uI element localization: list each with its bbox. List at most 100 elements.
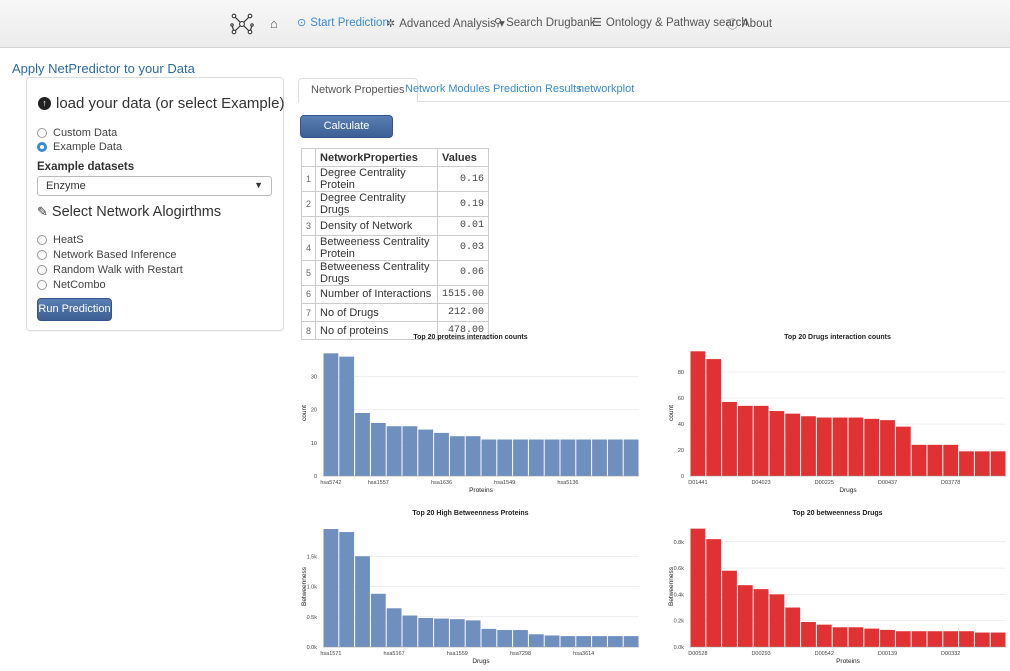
bar[interactable] bbox=[753, 405, 769, 476]
bar[interactable] bbox=[785, 413, 801, 476]
bar[interactable] bbox=[592, 636, 607, 647]
bar[interactable] bbox=[355, 413, 370, 476]
bar[interactable] bbox=[402, 426, 418, 476]
radio-button[interactable] bbox=[37, 280, 47, 290]
bar[interactable] bbox=[465, 620, 481, 647]
bar[interactable] bbox=[560, 439, 576, 476]
radio-rwr[interactable]: Random Walk with Restart bbox=[37, 264, 183, 276]
bar[interactable] bbox=[706, 539, 722, 647]
bar[interactable] bbox=[513, 439, 528, 476]
bar[interactable] bbox=[323, 353, 339, 476]
radio-heats[interactable]: HeatS bbox=[37, 234, 84, 246]
radio-button-selected[interactable] bbox=[37, 142, 47, 152]
nav-start-prediction[interactable]: ⊙ Start Prediction bbox=[297, 16, 389, 30]
bar[interactable] bbox=[816, 417, 832, 476]
nav-ontology-pathway[interactable]: ☰ Ontology & Pathway search bbox=[592, 16, 748, 30]
bar[interactable] bbox=[323, 529, 339, 647]
bar[interactable] bbox=[497, 439, 513, 476]
bar[interactable] bbox=[497, 630, 513, 647]
bar[interactable] bbox=[769, 594, 785, 647]
run-prediction-button[interactable]: Run Prediction bbox=[37, 298, 112, 321]
bar[interactable] bbox=[959, 631, 974, 647]
bar[interactable] bbox=[592, 439, 607, 476]
bar[interactable] bbox=[911, 444, 927, 476]
bar[interactable] bbox=[753, 589, 769, 647]
bar[interactable] bbox=[544, 635, 560, 647]
bar[interactable] bbox=[801, 416, 816, 476]
bar[interactable] bbox=[560, 636, 576, 647]
bar[interactable] bbox=[434, 432, 449, 476]
bar[interactable] bbox=[943, 444, 959, 476]
bar[interactable] bbox=[990, 451, 1006, 476]
bar[interactable] bbox=[943, 631, 959, 647]
bar[interactable] bbox=[544, 439, 560, 476]
bar[interactable] bbox=[528, 439, 544, 476]
bar[interactable] bbox=[816, 624, 832, 647]
dataset-select[interactable]: Enzyme ▼ bbox=[37, 176, 272, 196]
bar[interactable] bbox=[623, 439, 639, 476]
bar[interactable] bbox=[576, 636, 592, 647]
bar[interactable] bbox=[895, 426, 911, 476]
bar[interactable] bbox=[880, 420, 895, 476]
bar[interactable] bbox=[880, 629, 895, 647]
bar[interactable] bbox=[690, 528, 706, 647]
bar[interactable] bbox=[864, 628, 880, 647]
bar[interactable] bbox=[449, 619, 465, 647]
bar[interactable] bbox=[927, 631, 943, 647]
bar[interactable] bbox=[623, 636, 639, 647]
bar[interactable] bbox=[722, 401, 737, 476]
bar[interactable] bbox=[607, 636, 623, 647]
bar[interactable] bbox=[737, 585, 753, 647]
bar[interactable] bbox=[927, 444, 943, 476]
home-icon[interactable]: ⌂ bbox=[270, 16, 278, 31]
bar[interactable] bbox=[355, 556, 370, 647]
radio-custom-data[interactable]: Custom Data bbox=[37, 127, 117, 139]
bar[interactable] bbox=[418, 617, 434, 647]
bar[interactable] bbox=[974, 451, 990, 476]
bar[interactable] bbox=[785, 607, 801, 647]
nav-advanced-analysis[interactable]: ✲ Advanced Analysis ▾ bbox=[386, 16, 505, 31]
bar[interactable] bbox=[832, 627, 848, 647]
bar[interactable] bbox=[769, 411, 785, 476]
radio-button[interactable] bbox=[37, 235, 47, 245]
bar[interactable] bbox=[449, 436, 465, 476]
bar[interactable] bbox=[895, 631, 911, 647]
calculate-properties-button[interactable]: Calculate Properties bbox=[300, 115, 393, 153]
bar[interactable] bbox=[386, 608, 402, 647]
radio-netcombo[interactable]: NetCombo bbox=[37, 279, 106, 291]
bar[interactable] bbox=[911, 631, 927, 647]
bar[interactable] bbox=[370, 593, 386, 647]
bar[interactable] bbox=[706, 359, 722, 476]
bar[interactable] bbox=[513, 630, 528, 647]
bar[interactable] bbox=[737, 405, 753, 476]
nav-about[interactable]: ⓘ About bbox=[727, 16, 772, 32]
nav-search-drugbank[interactable]: ⚲ Search Drugbank bbox=[494, 16, 596, 30]
bar[interactable] bbox=[832, 417, 848, 476]
bar[interactable] bbox=[339, 356, 355, 476]
network-logo-icon[interactable] bbox=[230, 12, 254, 36]
bar[interactable] bbox=[465, 436, 481, 476]
bar[interactable] bbox=[607, 439, 623, 476]
bar[interactable] bbox=[690, 351, 706, 476]
tab-networkplot[interactable]: networkplot bbox=[566, 78, 646, 102]
bar[interactable] bbox=[990, 632, 1006, 647]
bar[interactable] bbox=[402, 615, 418, 647]
radio-button[interactable] bbox=[37, 128, 47, 138]
bar[interactable] bbox=[864, 418, 880, 476]
bar[interactable] bbox=[959, 451, 974, 476]
bar[interactable] bbox=[434, 618, 449, 647]
bar[interactable] bbox=[576, 439, 592, 476]
bar[interactable] bbox=[722, 570, 737, 647]
bar[interactable] bbox=[481, 628, 497, 647]
radio-nbi[interactable]: Network Based Inference bbox=[37, 249, 177, 261]
bar[interactable] bbox=[386, 426, 402, 476]
bar[interactable] bbox=[481, 439, 497, 476]
bar[interactable] bbox=[801, 622, 816, 647]
bar[interactable] bbox=[370, 422, 386, 476]
radio-button[interactable] bbox=[37, 250, 47, 260]
bar[interactable] bbox=[528, 634, 544, 647]
bar[interactable] bbox=[418, 429, 434, 476]
radio-button[interactable] bbox=[37, 265, 47, 275]
bar[interactable] bbox=[848, 417, 864, 476]
bar[interactable] bbox=[848, 627, 864, 647]
